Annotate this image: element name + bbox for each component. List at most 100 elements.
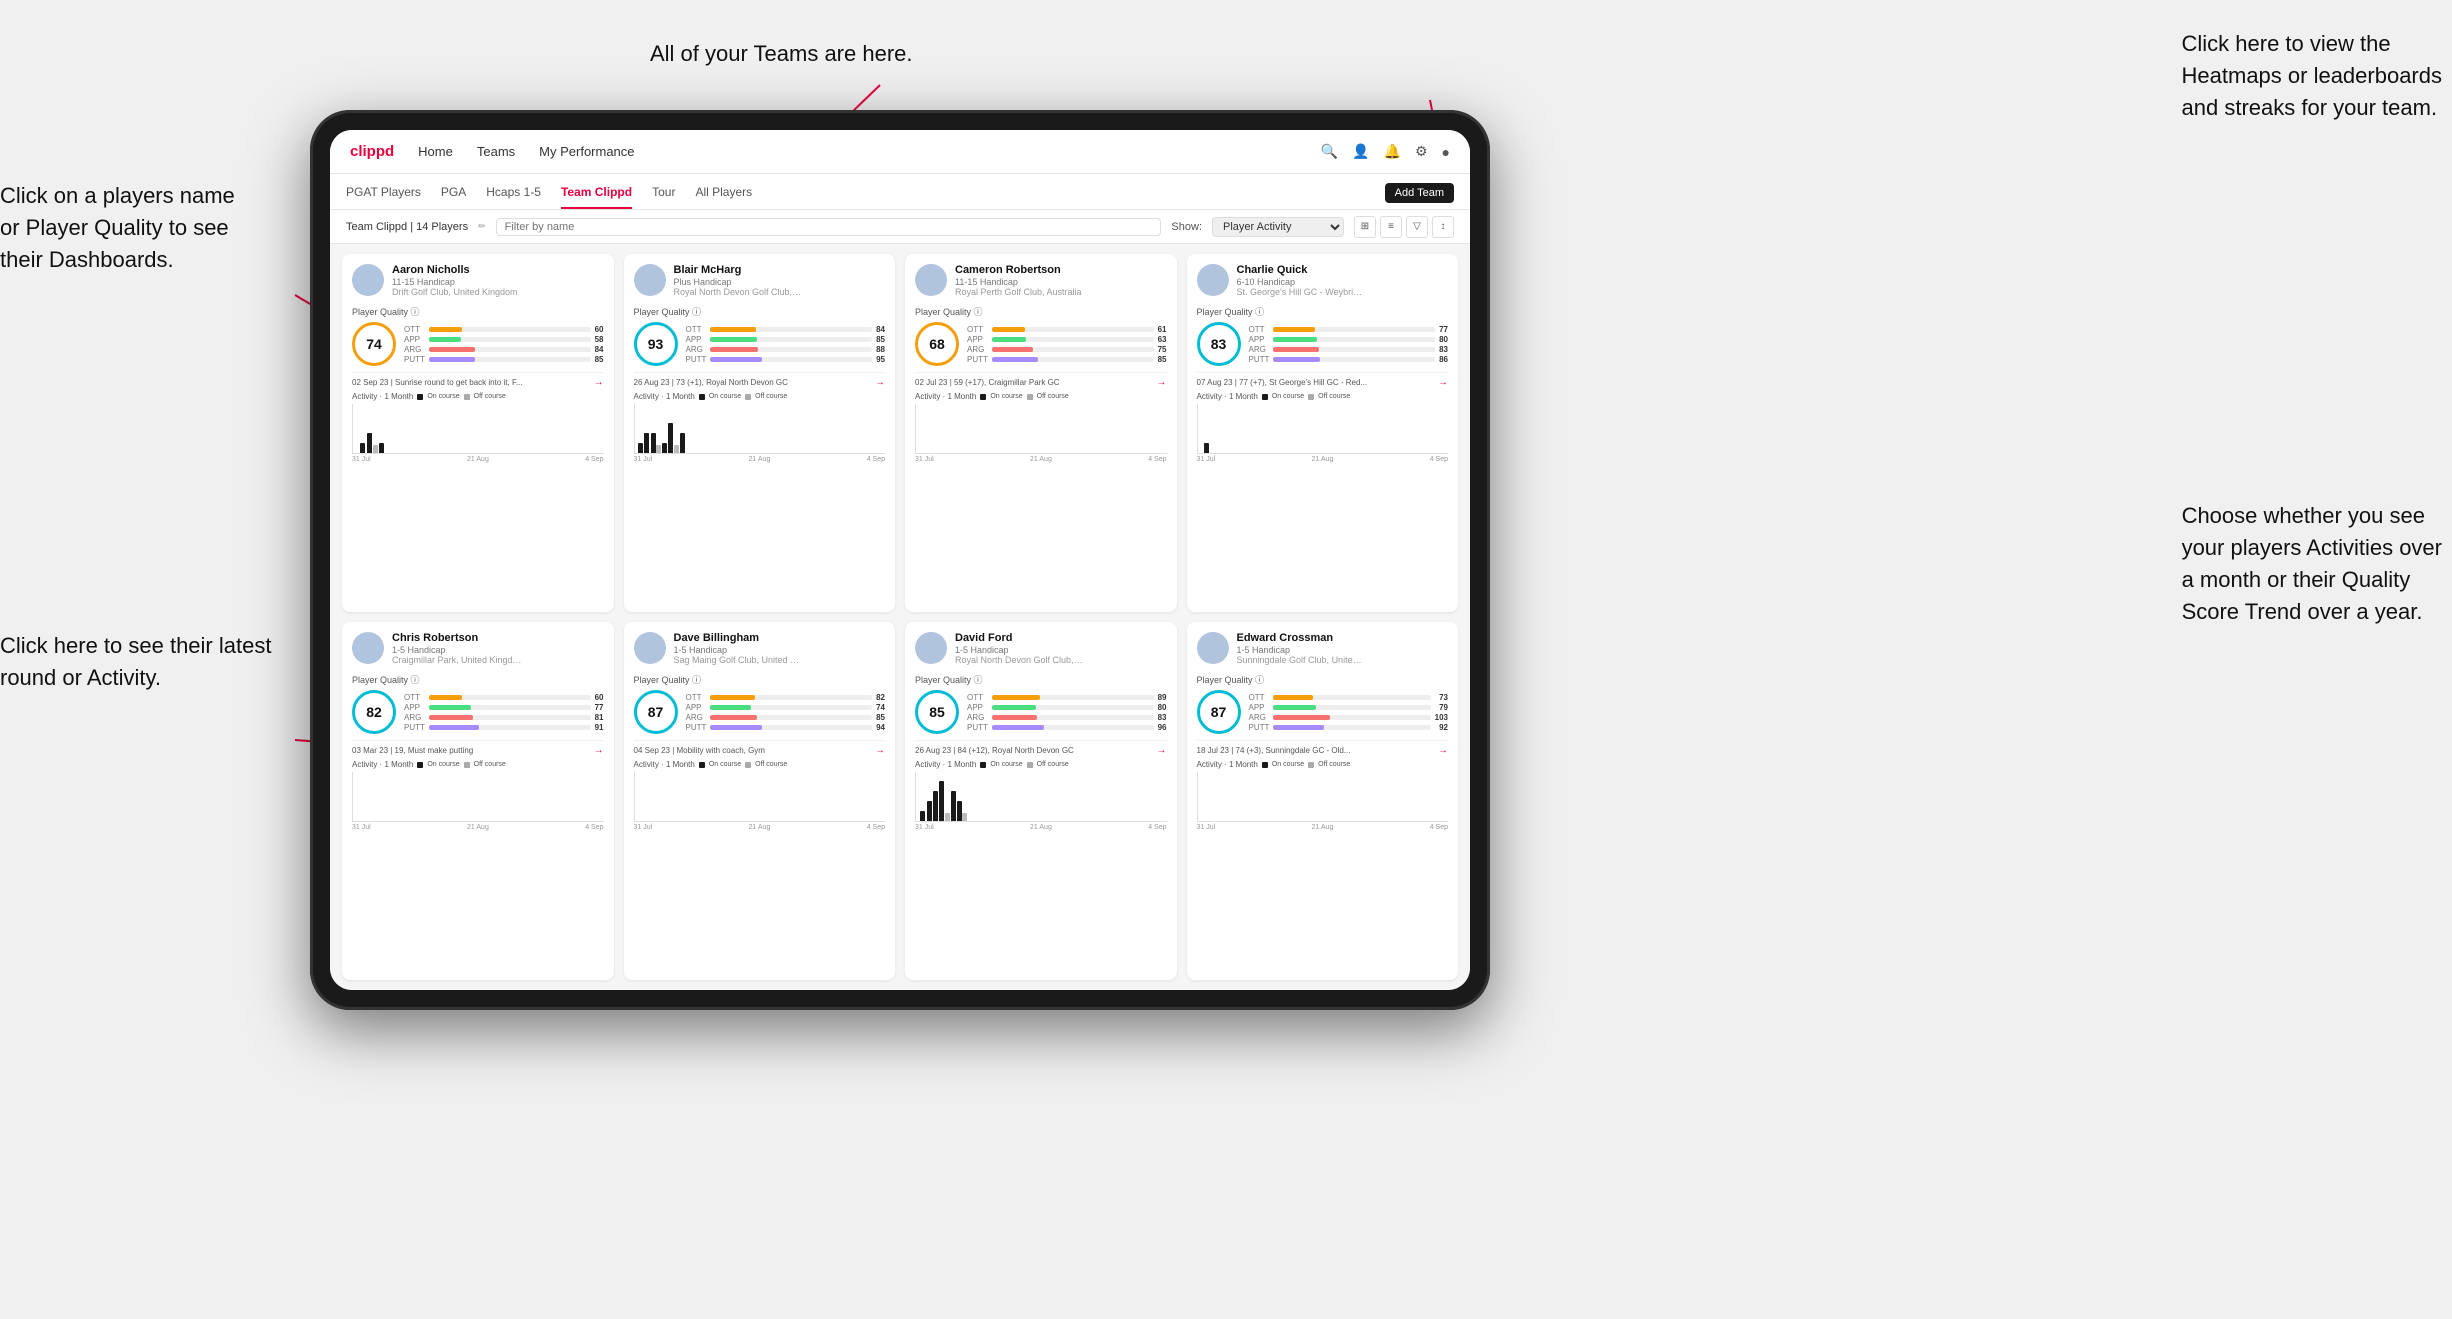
sort-icon[interactable]: ↕ xyxy=(1432,216,1454,238)
off-course-legend xyxy=(1027,394,1033,400)
add-team-area: Add Team xyxy=(1385,183,1454,209)
player-handicap: 11-15 Handicap xyxy=(392,277,604,287)
list-view-icon[interactable]: ≡ xyxy=(1380,216,1402,238)
quality-circle[interactable]: 87 xyxy=(634,690,678,734)
player-handicap: 1-5 Handicap xyxy=(1237,645,1449,655)
quality-label: Player Quality ⓘ xyxy=(352,673,604,686)
activity-section: Activity · 1 MonthOn courseOff course31 … xyxy=(915,392,1167,463)
player-card[interactable]: Aaron Nicholls11-15 HandicapDrift Golf C… xyxy=(342,254,614,612)
quality-section: 74OTT60APP58ARG84PUTT85 xyxy=(352,322,604,366)
team-label: Team Clippd | 14 Players xyxy=(346,221,468,233)
quality-circle[interactable]: 74 xyxy=(352,322,396,366)
player-name[interactable]: Blair McHarg xyxy=(674,264,886,277)
player-club: Sag Maing Golf Club, United Kingdom xyxy=(674,655,804,665)
player-name[interactable]: Cameron Robertson xyxy=(955,264,1167,277)
avatar xyxy=(634,632,666,664)
player-info: Aaron Nicholls11-15 HandicapDrift Golf C… xyxy=(392,264,604,297)
activity-header: Activity · 1 MonthOn courseOff course xyxy=(915,392,1167,401)
player-club: Drift Golf Club, United Kingdom xyxy=(392,287,522,297)
player-name[interactable]: Aaron Nicholls xyxy=(392,264,604,277)
quality-section: 68OTT61APP63ARG75PUTT85 xyxy=(915,322,1167,366)
tab-hcaps[interactable]: Hcaps 1-5 xyxy=(486,185,541,209)
nav-teams[interactable]: Teams xyxy=(477,144,515,159)
tab-pgat[interactable]: PGAT Players xyxy=(346,185,421,209)
chart-area xyxy=(634,404,886,454)
filter-icon[interactable]: ▽ xyxy=(1406,216,1428,238)
chart-labels: 31 Jul21 Aug4 Sep xyxy=(352,456,604,463)
player-name[interactable]: David Ford xyxy=(955,632,1167,645)
latest-round[interactable]: 07 Aug 23 | 77 (+7), St George's Hill GC… xyxy=(1197,372,1449,388)
tab-all-players[interactable]: All Players xyxy=(695,185,752,209)
nav-home[interactable]: Home xyxy=(418,144,453,159)
player-handicap: 1-5 Handicap xyxy=(955,645,1167,655)
chart-area xyxy=(352,404,604,454)
settings-icon[interactable]: ⚙ xyxy=(1415,143,1428,160)
activity-header: Activity · 1 MonthOn courseOff course xyxy=(352,392,604,401)
on-course-legend xyxy=(417,394,423,400)
stats-grid: OTT84APP85ARG88PUTT95 xyxy=(686,325,886,364)
player-club: Royal North Devon Golf Club, United Kin.… xyxy=(674,287,804,297)
latest-round[interactable]: 18 Jul 23 | 74 (+3), Sunningdale GC - Ol… xyxy=(1197,740,1449,756)
off-course-legend xyxy=(464,394,470,400)
player-card[interactable]: Chris Robertson1-5 HandicapCraigmillar P… xyxy=(342,622,614,980)
quality-circle[interactable]: 93 xyxy=(634,322,678,366)
player-card[interactable]: David Ford1-5 HandicapRoyal North Devon … xyxy=(905,622,1177,980)
profile-icon[interactable]: 👤 xyxy=(1352,143,1369,160)
nav-performance[interactable]: My Performance xyxy=(539,144,634,159)
player-card[interactable]: Cameron Robertson11-15 HandicapRoyal Per… xyxy=(905,254,1177,612)
activity-section: Activity · 1 MonthOn courseOff course31 … xyxy=(1197,760,1449,831)
quality-circle[interactable]: 68 xyxy=(915,322,959,366)
quality-circle[interactable]: 83 xyxy=(1197,322,1241,366)
player-card[interactable]: Charlie Quick6-10 HandicapSt. George's H… xyxy=(1187,254,1459,612)
player-name[interactable]: Dave Billingham xyxy=(674,632,886,645)
latest-round[interactable]: 02 Jul 23 | 59 (+17), Craigmillar Park G… xyxy=(915,372,1167,388)
latest-round[interactable]: 04 Sep 23 | Mobility with coach, Gym→ xyxy=(634,740,886,756)
player-info: Cameron Robertson11-15 HandicapRoyal Per… xyxy=(955,264,1167,297)
stats-grid: OTT60APP77ARG81PUTT91 xyxy=(404,693,604,732)
quality-circle[interactable]: 87 xyxy=(1197,690,1241,734)
activity-header: Activity · 1 MonthOn courseOff course xyxy=(1197,392,1449,401)
player-name-callout: Click on a players nameor Player Quality… xyxy=(0,180,235,276)
teambar: Team Clippd | 14 Players ✏ Show: Player … xyxy=(330,210,1470,244)
latest-round[interactable]: 03 Mar 23 | 19, Must make putting→ xyxy=(352,740,604,756)
player-card[interactable]: Blair McHargPlus HandicapRoyal North Dev… xyxy=(624,254,896,612)
search-icon[interactable]: 🔍 xyxy=(1321,143,1338,160)
tab-pga[interactable]: PGA xyxy=(441,185,466,209)
latest-round[interactable]: 02 Sep 23 | Sunrise round to get back in… xyxy=(352,372,604,388)
player-club: Royal North Devon Golf Club, United Kin.… xyxy=(955,655,1085,665)
activity-header: Activity · 1 MonthOn courseOff course xyxy=(1197,760,1449,769)
bell-icon[interactable]: 🔔 xyxy=(1384,143,1401,160)
avatar xyxy=(915,632,947,664)
tab-team-clippd[interactable]: Team Clippd xyxy=(561,185,632,209)
quality-section: 82OTT60APP77ARG81PUTT91 xyxy=(352,690,604,734)
player-handicap: 6-10 Handicap xyxy=(1237,277,1449,287)
quality-circle[interactable]: 82 xyxy=(352,690,396,734)
latest-round[interactable]: 26 Aug 23 | 84 (+12), Royal North Devon … xyxy=(915,740,1167,756)
grid-view-icon[interactable]: ⊞ xyxy=(1354,216,1376,238)
add-team-button[interactable]: Add Team xyxy=(1385,183,1454,203)
show-select[interactable]: Player Activity Quality Score Trend xyxy=(1212,217,1344,237)
chart-area xyxy=(352,772,604,822)
navbar: clippd Home Teams My Performance 🔍 👤 🔔 ⚙… xyxy=(330,130,1470,174)
search-input[interactable] xyxy=(496,218,1162,236)
player-card[interactable]: Dave Billingham1-5 HandicapSag Maing Gol… xyxy=(624,622,896,980)
tab-tour[interactable]: Tour xyxy=(652,185,675,209)
player-name[interactable]: Edward Crossman xyxy=(1237,632,1449,645)
quality-section: 93OTT84APP85ARG88PUTT95 xyxy=(634,322,886,366)
quality-circle[interactable]: 85 xyxy=(915,690,959,734)
quality-section: 87OTT82APP74ARG85PUTT94 xyxy=(634,690,886,734)
latest-round[interactable]: 26 Aug 23 | 73 (+1), Royal North Devon G… xyxy=(634,372,886,388)
round-callout: Click here to see their latestround or A… xyxy=(0,630,271,694)
player-name[interactable]: Charlie Quick xyxy=(1237,264,1449,277)
player-card[interactable]: Edward Crossman1-5 HandicapSunningdale G… xyxy=(1187,622,1459,980)
player-club: Sunningdale Golf Club, United Kingdom xyxy=(1237,655,1367,665)
avatar-icon[interactable]: ● xyxy=(1442,144,1450,160)
chart-area xyxy=(634,772,886,822)
show-label: Show: xyxy=(1171,221,1202,233)
off-course-legend xyxy=(464,762,470,768)
player-name[interactable]: Chris Robertson xyxy=(392,632,604,645)
edit-icon[interactable]: ✏ xyxy=(478,221,486,232)
activity-header: Activity · 1 MonthOn courseOff course xyxy=(634,760,886,769)
avatar xyxy=(1197,632,1229,664)
quality-label: Player Quality ⓘ xyxy=(634,673,886,686)
